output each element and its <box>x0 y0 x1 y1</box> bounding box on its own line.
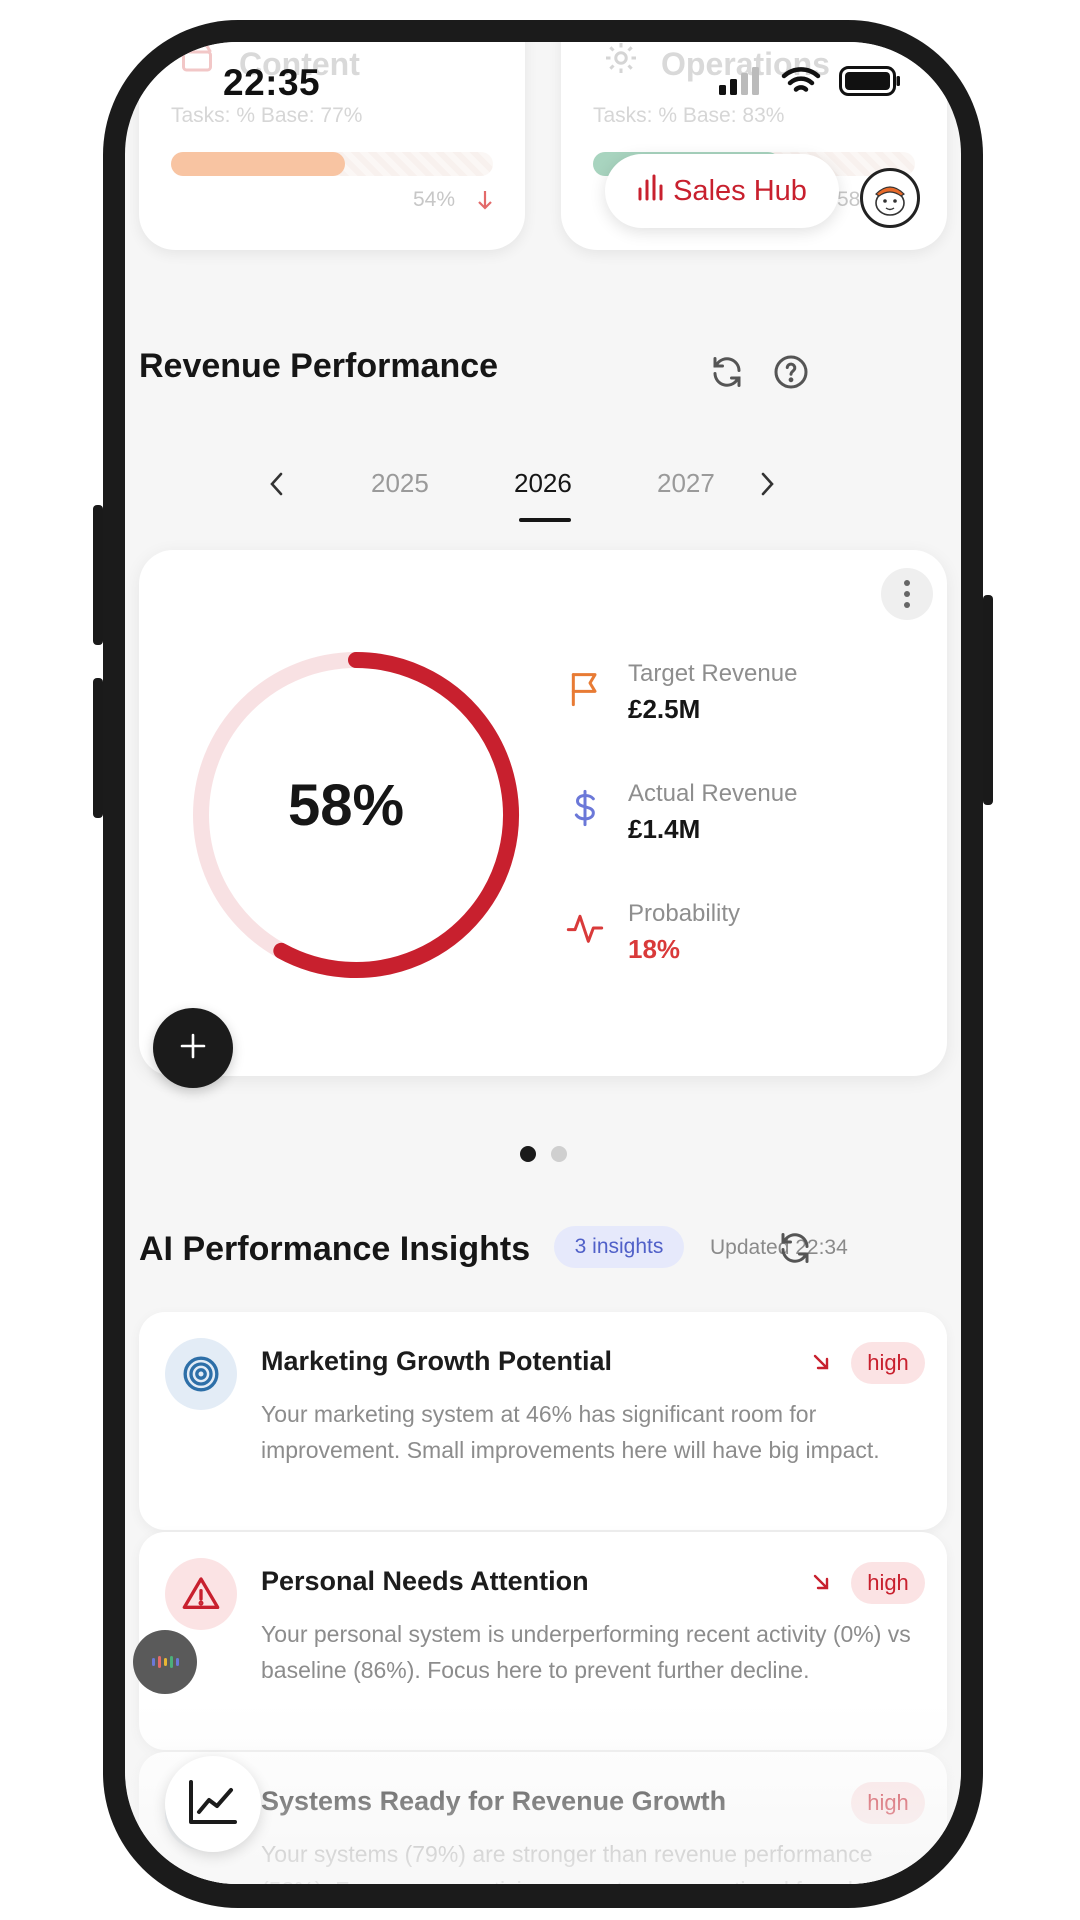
volume-up-button[interactable] <box>93 505 103 645</box>
flag-icon <box>565 668 605 708</box>
volume-down-button[interactable] <box>93 678 103 818</box>
avatar[interactable] <box>860 168 920 228</box>
analytics-button[interactable] <box>165 1756 261 1852</box>
stat-value-target: £2.5M <box>628 694 701 724</box>
refresh-revenue-button[interactable] <box>707 354 747 394</box>
wifi-icon <box>781 66 821 101</box>
insight-body: Your personal system is underperforming … <box>261 1621 911 1683</box>
stat-value-probability: 18% <box>628 934 681 964</box>
arrow-down-right-icon <box>811 1572 831 1597</box>
chevron-right-icon <box>758 471 776 502</box>
next-year-button[interactable] <box>747 466 787 506</box>
insight-card[interactable]: Marketing Growth Potential high Your mar… <box>139 1312 947 1530</box>
sales-hub-label: Sales Hub <box>673 174 807 207</box>
insight-title: Marketing Growth Potential <box>261 1346 613 1376</box>
status-time: 22:35 <box>223 62 321 103</box>
insights-count-badge: 3 insights <box>554 1226 684 1268</box>
voice-bar <box>175 1658 179 1666</box>
line-chart-icon <box>187 1778 239 1831</box>
prev-year-button[interactable] <box>257 466 297 506</box>
insight-card[interactable]: Systems Ready for Revenue Growth high Yo… <box>139 1752 947 1884</box>
system-card-content[interactable]: Content Tasks: % Base: 77% 54% <box>139 42 525 250</box>
power-button[interactable] <box>983 595 993 805</box>
insight-title: Personal Needs Attention <box>261 1566 589 1596</box>
insights-section-title: AI Performance Insights <box>139 1230 531 1268</box>
dot <box>904 602 910 608</box>
help-button[interactable] <box>771 354 811 394</box>
dollar-icon <box>565 788 605 828</box>
system-card-progress <box>171 152 493 176</box>
dot <box>904 591 910 597</box>
tab-year-2027[interactable]: 2027 <box>657 468 715 499</box>
insight-title: Systems Ready for Revenue Growth <box>261 1786 727 1816</box>
target-icon <box>165 1338 237 1410</box>
priority-badge: high <box>851 1562 925 1604</box>
system-card-meta: Tasks: % Base: 83% <box>593 104 785 127</box>
refresh-icon <box>709 354 745 395</box>
signal-icon <box>719 67 763 100</box>
priority-badge: high <box>851 1342 925 1384</box>
refresh-icon <box>777 1230 813 1271</box>
voice-bar <box>151 1658 155 1666</box>
more-options-button[interactable] <box>881 568 933 620</box>
plus-icon <box>179 1032 207 1065</box>
dot <box>904 580 910 586</box>
revenue-progress-percent: 58% <box>287 773 405 838</box>
system-card-meta: Tasks: % Base: 77% <box>171 104 363 127</box>
selected-year-indicator <box>519 518 571 522</box>
system-card-percent: 58 <box>837 188 861 211</box>
trend-down-icon <box>475 188 495 217</box>
tab-year-2026[interactable]: 2026 <box>514 468 572 499</box>
stat-label-probability: Probability <box>628 900 741 927</box>
bar-chart-icon <box>637 173 663 209</box>
help-circle-icon <box>773 354 809 395</box>
system-card-percent: 54% <box>413 188 456 211</box>
app-screen: Content Tasks: % Base: 77% 54% Operation… <box>125 42 961 1884</box>
insight-body: Your marketing system at 46% has signifi… <box>261 1401 880 1463</box>
add-button[interactable] <box>153 1008 233 1088</box>
priority-badge: high <box>851 1782 925 1824</box>
page-dot-active[interactable] <box>520 1146 536 1162</box>
page-dot[interactable] <box>551 1146 567 1162</box>
battery-icon <box>839 66 901 101</box>
voice-assistant-button[interactable] <box>133 1630 197 1694</box>
chevron-left-icon <box>268 471 286 502</box>
arrow-down-right-icon <box>811 1352 831 1377</box>
sales-hub-button[interactable]: Sales Hub <box>605 154 839 228</box>
voice-bar <box>169 1656 173 1668</box>
refresh-insights-button[interactable] <box>775 1230 815 1270</box>
voice-bar <box>163 1658 167 1666</box>
stat-value-actual: £1.4M <box>628 814 701 844</box>
status-icons <box>719 66 901 101</box>
clapperboard-icon <box>179 42 215 81</box>
insight-body: Your systems (79%) are stronger than rev… <box>261 1841 909 1884</box>
insight-card[interactable]: Personal Needs Attention high Your perso… <box>139 1532 947 1750</box>
revenue-section-title: Revenue Performance <box>139 347 499 385</box>
stat-label-actual: Actual Revenue <box>628 780 798 807</box>
activity-icon <box>565 908 605 948</box>
stat-label-target: Target Revenue <box>628 660 798 687</box>
voice-bar <box>157 1656 161 1668</box>
tab-year-2025[interactable]: 2025 <box>371 468 429 499</box>
revenue-card: 58% Target Revenue £2.5M Actual Revenue … <box>139 550 947 1076</box>
gear-icon <box>603 42 639 81</box>
warning-icon <box>165 1558 237 1630</box>
